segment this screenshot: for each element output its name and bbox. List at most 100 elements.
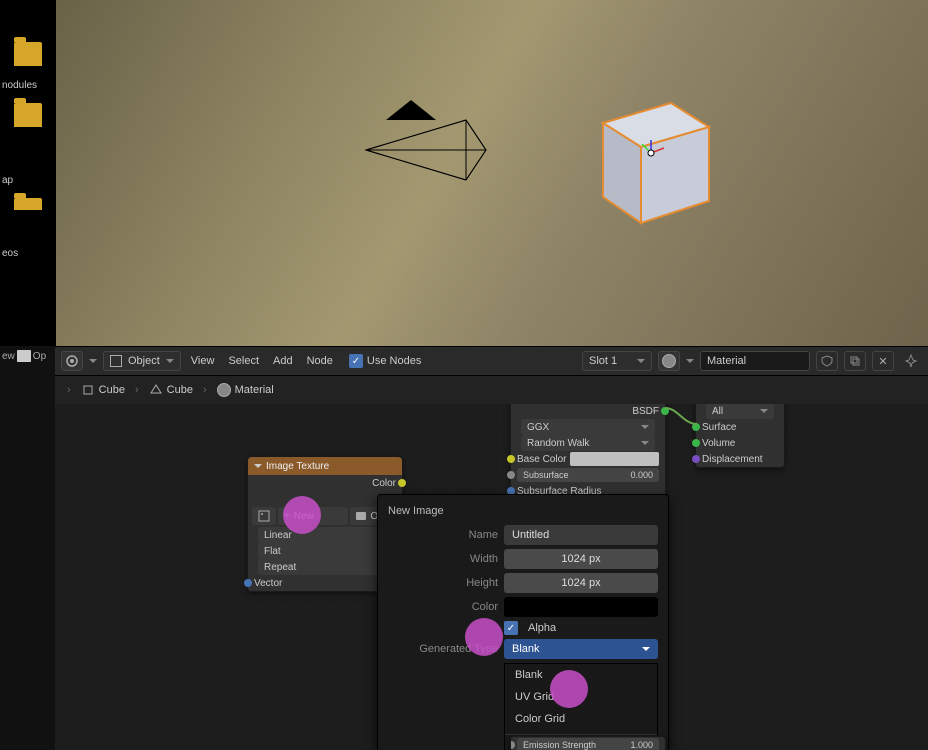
socket-icon[interactable] — [692, 439, 700, 447]
folder-icon[interactable] — [14, 198, 42, 210]
slot-label: Slot 1 — [589, 355, 617, 367]
socket-icon[interactable] — [398, 479, 406, 487]
node-principled-bsdf-tail[interactable]: Emission Strength 1.000 — [510, 736, 666, 750]
width-input[interactable]: 1024 px — [504, 549, 658, 569]
socket-label: Vector — [254, 578, 282, 589]
3d-viewport[interactable] — [55, 0, 928, 346]
input-value: 1024 px — [561, 553, 600, 565]
material-icon — [217, 383, 231, 397]
node-material-output[interactable]: Material Output All Surface Volume Displ… — [695, 404, 785, 468]
node-title: Image Texture — [266, 461, 329, 472]
alpha-label: Alpha — [528, 622, 556, 634]
target-select[interactable]: All — [696, 404, 784, 419]
socket-icon[interactable] — [692, 423, 700, 431]
socket-icon[interactable] — [244, 579, 252, 587]
menu-add[interactable]: Add — [269, 355, 297, 367]
select-value: Linear — [264, 530, 292, 541]
folder-icon — [17, 350, 31, 362]
camera-object[interactable] — [366, 90, 496, 210]
select-value: All — [712, 406, 723, 417]
chevron-down-icon — [89, 359, 97, 363]
crumb-label: Cube — [167, 384, 193, 396]
alpha-checkbox[interactable]: ✓ — [504, 621, 518, 635]
socket-icon[interactable] — [507, 471, 515, 479]
node-editor-header: Object View Select Add Node ✓ Use Nodes … — [55, 346, 928, 376]
socket-label: Base Color — [517, 454, 566, 465]
output-bsdf: BSDF — [511, 404, 665, 419]
socket-label: Volume — [702, 438, 735, 449]
crumb-mesh[interactable]: Cube — [149, 383, 193, 397]
value-field[interactable]: Subsurface 0.000 — [517, 468, 659, 482]
generated-type-select[interactable]: Blank — [504, 639, 658, 659]
sss-method-select[interactable]: Random Walk — [511, 435, 665, 451]
collapse-icon[interactable] — [254, 464, 262, 468]
menu-item-color-grid[interactable]: Color Grid — [505, 708, 657, 730]
image-browse-icon[interactable] — [252, 507, 276, 525]
value-field[interactable]: Emission Strength 1.000 — [517, 738, 659, 750]
node-editor-breadcrumb: › Cube › Cube › Material — [55, 376, 928, 404]
origin-gizmo[interactable] — [636, 138, 666, 168]
editor-type-icon[interactable] — [61, 351, 83, 371]
input-value: 1024 px — [561, 577, 600, 589]
socket-icon[interactable] — [661, 407, 669, 415]
socket-icon[interactable] — [692, 455, 700, 463]
pin-icon[interactable] — [900, 351, 922, 371]
color-input[interactable] — [504, 597, 658, 617]
crumb-label: Cube — [99, 384, 125, 396]
menu-select[interactable]: Select — [224, 355, 263, 367]
material-name: Material — [707, 355, 746, 367]
material-browse-icon[interactable] — [658, 351, 680, 371]
node-header[interactable]: Image Texture — [248, 457, 402, 475]
annotation-circle — [550, 670, 588, 708]
chevron-down-icon — [166, 359, 174, 363]
use-nodes-checkbox[interactable]: ✓ — [349, 354, 363, 368]
slot-dropdown[interactable]: Slot 1 — [582, 351, 652, 371]
shield-icon[interactable] — [816, 351, 838, 371]
menu-view[interactable]: View — [187, 355, 219, 367]
menu-node[interactable]: Node — [303, 355, 337, 367]
close-icon[interactable]: ✕ — [872, 351, 894, 371]
distribution-select[interactable]: GGX — [511, 419, 665, 435]
header-label: Op — [33, 351, 46, 362]
input-base-color: Base Color — [511, 451, 665, 467]
name-label: Name — [388, 529, 498, 541]
folder-icon[interactable] — [14, 42, 42, 66]
crumb-label: Material — [235, 384, 274, 396]
select-value: Blank — [512, 643, 540, 655]
material-name-field[interactable]: Material — [700, 351, 810, 371]
socket-icon[interactable] — [507, 455, 515, 463]
socket-label: Displacement — [702, 454, 763, 465]
chevron-down-icon — [637, 359, 645, 363]
object-mode-icon — [110, 355, 122, 367]
socket-label: BSDF — [632, 406, 659, 417]
crumb-object[interactable]: Cube — [81, 383, 125, 397]
node-editor[interactable]: Image Texture Color + New Op... Linear F… — [55, 404, 928, 750]
folder-label: nodules — [2, 80, 55, 91]
color-swatch[interactable] — [570, 452, 659, 466]
folder-icon[interactable] — [14, 103, 42, 127]
field-value: 1.000 — [630, 740, 653, 750]
object-icon — [81, 383, 95, 397]
properties-shelf: ew Op — [0, 346, 55, 750]
input-emission-strength: Emission Strength 1.000 — [511, 737, 665, 750]
chevron-down-icon — [641, 425, 649, 429]
use-nodes-label: Use Nodes — [367, 355, 421, 367]
socket-icon[interactable] — [510, 741, 515, 749]
interaction-mode-dropdown[interactable]: Object — [103, 351, 181, 371]
socket-label: Surface — [702, 422, 736, 433]
copy-icon[interactable] — [844, 351, 866, 371]
crumb-material[interactable]: Material — [217, 383, 274, 397]
chevron-down-icon — [760, 409, 768, 413]
field-label: Emission Strength — [523, 740, 596, 750]
mesh-icon — [149, 383, 163, 397]
height-input[interactable]: 1024 px — [504, 573, 658, 593]
node-principled-bsdf[interactable]: Principled BSDF BSDF GGX Random Walk Bas… — [510, 404, 666, 500]
chevron-right-icon: › — [199, 384, 211, 396]
input-subsurface: Subsurface 0.000 — [511, 467, 665, 483]
field-value: 0.000 — [630, 470, 653, 480]
name-input[interactable]: Untitled — [504, 525, 658, 545]
input-value: Untitled — [512, 529, 549, 541]
annotation-circle — [283, 496, 321, 534]
input-surface: Surface — [696, 419, 784, 435]
chevron-down-icon — [642, 647, 650, 651]
